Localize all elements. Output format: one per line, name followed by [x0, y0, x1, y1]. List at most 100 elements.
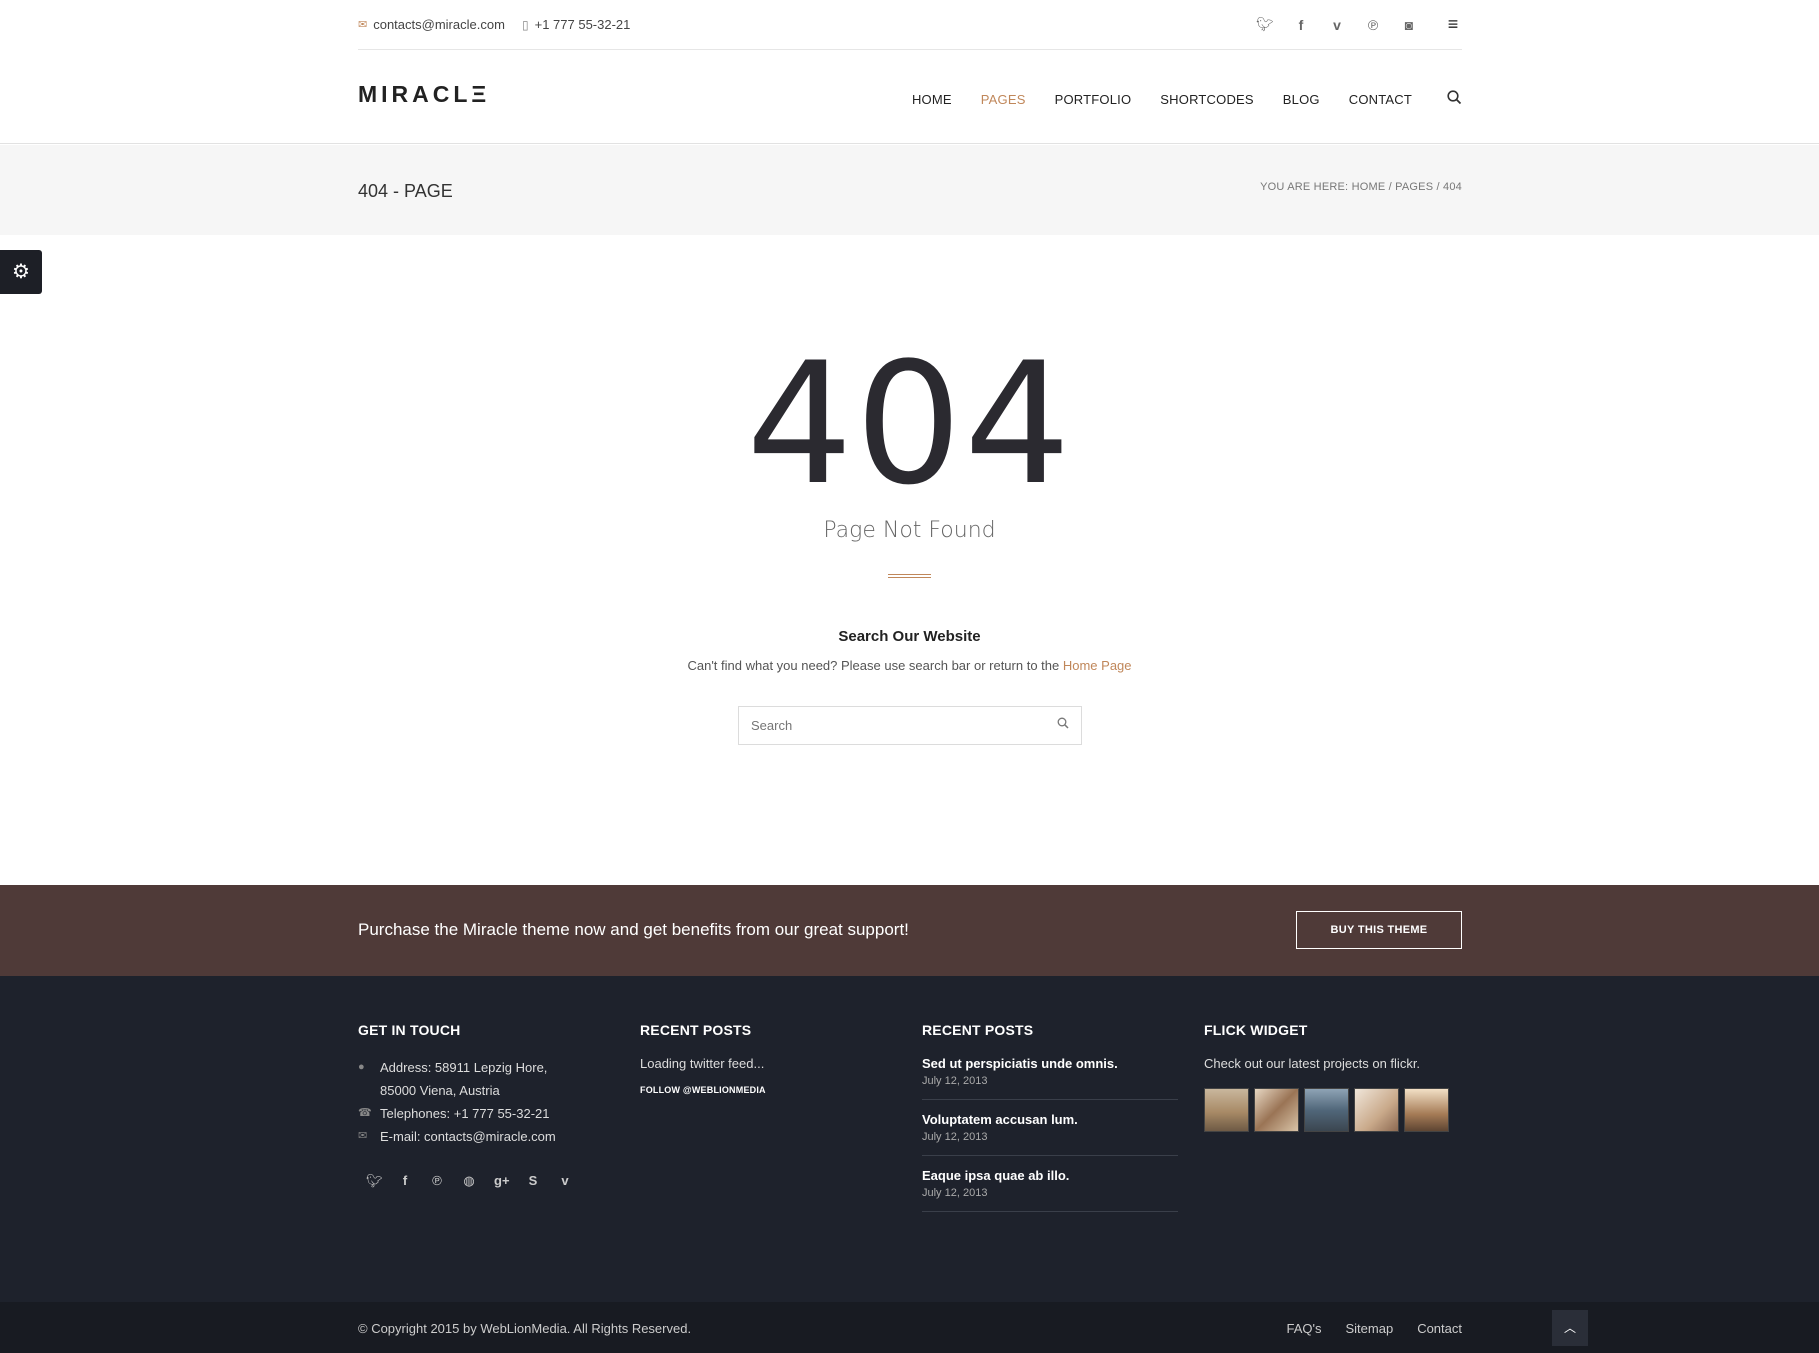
search-box	[738, 706, 1082, 745]
topbar-email[interactable]: ✉ contacts@miracle.com	[358, 17, 505, 32]
post-date: July 12, 2013	[922, 1187, 988, 1199]
vimeo-icon[interactable]: v	[558, 1173, 572, 1189]
flickr-thumb-bridge[interactable]	[1204, 1088, 1249, 1132]
topbar-phone: ▯ +1 777 55-32-21	[522, 17, 630, 32]
topbar-socials: 🐦︎ f v ℗ ◙ ≡	[1256, 14, 1462, 35]
post-title[interactable]: Voluptatem accusan lum.	[922, 1112, 1178, 1127]
phone-line: ☎ Telephones: +1 777 55-32-21	[358, 1102, 614, 1125]
search-description-text: Can't find what you need? Please use sea…	[687, 658, 1060, 673]
sitemap-link[interactable]: Sitemap	[1345, 1321, 1393, 1336]
pinterest-icon[interactable]: ℗	[430, 1173, 444, 1189]
address-indent	[358, 1079, 380, 1102]
skype-icon[interactable]: S	[526, 1173, 540, 1189]
back-to-top-button[interactable]: ︿	[1552, 1310, 1588, 1346]
footer-flickr: FLICK WIDGET Check out our latest projec…	[1204, 1022, 1460, 1132]
list-item[interactable]: Eaque ipsa quae ab illo. July 12, 2013	[922, 1168, 1178, 1212]
footer-twitter: RECENT POSTS Loading twitter feed... FOL…	[640, 1022, 896, 1095]
footer-col-title: RECENT POSTS	[640, 1022, 752, 1038]
envelope-icon: ✉	[358, 1130, 368, 1142]
post-date: July 12, 2013	[922, 1075, 988, 1087]
nav-pages[interactable]: PAGES	[981, 92, 1026, 107]
flickr-thumb-people[interactable]	[1254, 1088, 1299, 1132]
copyright: © Copyright 2015 by WebLionMedia. All Ri…	[358, 1321, 692, 1336]
list-item[interactable]: Voluptatem accusan lum. July 12, 2013	[922, 1112, 1178, 1156]
email-line: ✉ E-mail: contacts@miracle.com	[358, 1125, 614, 1148]
search-icon[interactable]	[1447, 90, 1462, 109]
settings-panel-toggle[interactable]: ⚙	[0, 250, 42, 294]
google-plus-icon[interactable]: g+	[494, 1173, 510, 1189]
contact-link[interactable]: Contact	[1417, 1321, 1462, 1336]
home-page-link[interactable]: Home Page	[1063, 658, 1132, 673]
twitter-follow-link[interactable]: FOLLOW @WEBLIONMEDIA	[640, 1085, 896, 1095]
error-message: Page Not Found	[823, 518, 996, 543]
footer-socials: 🐦︎ f ℗ ◍ g+ S v	[358, 1173, 614, 1189]
search-title: Search Our Website	[838, 628, 981, 645]
twitter-icon[interactable]: 🐦︎	[366, 1173, 383, 1189]
main-header: MIRACLΞ HOME PAGES PORTFOLIO SHORTCODES …	[0, 51, 1819, 144]
nav-home[interactable]: HOME	[912, 92, 952, 107]
footer-get-in-touch: GET IN TOUCH ● Address: 58911 Lepzig Hor…	[358, 1022, 614, 1189]
purchase-banner: Purchase the Miracle theme now and get b…	[0, 885, 1819, 976]
post-title[interactable]: Eaque ipsa quae ab illo.	[922, 1168, 1178, 1183]
error-code: 404	[746, 326, 1073, 522]
post-date: July 12, 2013	[922, 1131, 988, 1143]
list-item[interactable]: Sed ut perspiciatis unde omnis. July 12,…	[922, 1056, 1178, 1100]
nav-portfolio[interactable]: PORTFOLIO	[1055, 92, 1132, 107]
footer-col-title: GET IN TOUCH	[358, 1022, 461, 1038]
pinterest-icon[interactable]: ℗	[1364, 17, 1382, 33]
site-logo[interactable]: MIRACLΞ	[358, 81, 490, 108]
chevron-up-icon: ︿	[1563, 1321, 1576, 1335]
breadcrumb-home[interactable]: HOME	[1352, 181, 1386, 193]
breadcrumb-pages[interactable]: PAGES	[1395, 181, 1433, 193]
breadcrumb-current: 404	[1443, 181, 1462, 193]
page-title: 404 - PAGE	[358, 181, 453, 201]
phone-icon: ☎	[358, 1107, 372, 1119]
twitter-icon[interactable]: 🐦︎	[1256, 16, 1274, 33]
purchase-text: Purchase the Miracle theme now and get b…	[358, 920, 909, 939]
footer: GET IN TOUCH ● Address: 58911 Lepzig Hor…	[0, 976, 1819, 1302]
page-title-band: 404 - PAGE YOU ARE HERE: HOME / PAGES / …	[0, 145, 1819, 235]
footer-col-title: FLICK WIDGET	[1204, 1022, 1308, 1038]
vimeo-icon[interactable]: v	[1328, 17, 1346, 33]
top-bar: ✉ contacts@miracle.com ▯ +1 777 55-32-21…	[0, 0, 1819, 51]
faq-link[interactable]: FAQ's	[1286, 1321, 1321, 1336]
facebook-icon[interactable]: f	[398, 1173, 412, 1189]
topbar-email-text: contacts@miracle.com	[373, 17, 505, 32]
flickr-thumb-landscape[interactable]	[1304, 1088, 1349, 1132]
buy-theme-button[interactable]: BUY THIS THEME	[1296, 911, 1462, 949]
accent-divider	[888, 574, 931, 578]
facebook-icon[interactable]: f	[1292, 17, 1310, 33]
nav-shortcodes[interactable]: SHORTCODES	[1160, 92, 1254, 107]
phone-text: Telephones: +1 777 55-32-21	[380, 1106, 550, 1121]
flickr-thumb-group[interactable]	[1404, 1088, 1449, 1132]
hamburger-menu-icon[interactable]: ≡	[1444, 14, 1462, 35]
envelope-icon: ✉	[358, 19, 368, 31]
flickr-thumbnails	[1204, 1088, 1460, 1132]
bottom-bar: © Copyright 2015 by WebLionMedia. All Ri…	[0, 1302, 1819, 1353]
address-text-1: Address: 58911 Lepzig Hore,	[380, 1060, 548, 1075]
search-description: Can't find what you need? Please use sea…	[0, 658, 1819, 673]
address-line: ● Address: 58911 Lepzig Hore,	[358, 1056, 614, 1079]
gear-icon: ⚙	[12, 261, 30, 283]
breadcrumb-prefix: YOU ARE HERE:	[1260, 181, 1349, 193]
bottom-links: FAQ's Sitemap Contact	[1286, 1321, 1462, 1336]
post-title[interactable]: Sed ut perspiciatis unde omnis.	[922, 1056, 1178, 1071]
address-text-2: 85000 Viena, Austria	[380, 1083, 500, 1098]
search-input[interactable]	[739, 707, 1029, 744]
mobile-icon: ▯	[522, 17, 529, 32]
flickr-description: Check out our latest projects on flickr.	[1204, 1056, 1421, 1071]
dribbble-icon[interactable]: ◍	[462, 1173, 476, 1189]
flickr-thumb-desk[interactable]	[1354, 1088, 1399, 1132]
twitter-loading-text: Loading twitter feed...	[640, 1056, 765, 1071]
address-line-2: 85000 Viena, Austria	[358, 1079, 614, 1102]
map-pin-icon: ●	[358, 1061, 365, 1073]
nav-contact[interactable]: CONTACT	[1349, 92, 1412, 107]
nav-blog[interactable]: BLOG	[1283, 92, 1320, 107]
instagram-icon[interactable]: ◙	[1400, 17, 1418, 33]
footer-col-title: RECENT POSTS	[922, 1022, 1034, 1038]
footer-recent-posts: RECENT POSTS Sed ut perspiciatis unde om…	[922, 1022, 1178, 1224]
email-text[interactable]: E-mail: contacts@miracle.com	[380, 1125, 556, 1148]
breadcrumb: YOU ARE HERE: HOME / PAGES / 404	[1260, 181, 1462, 193]
main-nav: HOME PAGES PORTFOLIO SHORTCODES BLOG CON…	[912, 90, 1462, 109]
search-submit-icon[interactable]	[1057, 717, 1069, 732]
